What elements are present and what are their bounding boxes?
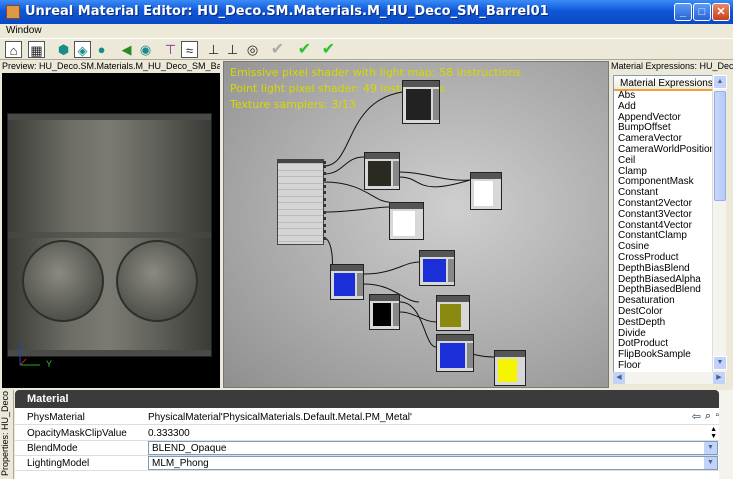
properties-category-material[interactable]: Material (15, 390, 719, 408)
list-item[interactable]: Ceil (614, 155, 724, 167)
material-root-node[interactable] (277, 159, 326, 245)
maximize-button[interactable]: □ (693, 3, 711, 21)
barrel-lid-left (22, 240, 104, 322)
preview-sphere-button[interactable]: ● (93, 41, 110, 58)
grid-icon: ▦ (30, 43, 43, 58)
connectors-icon: ⊤ (164, 42, 177, 57)
check-gray-icon: ✔ (270, 41, 285, 58)
material-graph[interactable]: Emissive pixel shader with light map: 58… (223, 61, 609, 388)
preview-header: Preview: HU_Deco.SM.Materials.M_HU_Deco_… (2, 61, 220, 73)
list-item[interactable]: Constant3Vector (614, 209, 724, 221)
toggle-grid-button[interactable]: ▦ (28, 41, 45, 58)
prop-name: BlendMode (27, 443, 78, 454)
spin-icon[interactable]: ▲ ▼ (710, 426, 717, 440)
eye-icon: ◎ (246, 42, 259, 57)
preview-mesh-button[interactable]: ◉ (137, 41, 154, 58)
expressions-panel-title: Material Expressions: HU_Deco (611, 61, 733, 71)
home-icon: ⌂ (9, 43, 18, 58)
scroll-up-icon[interactable]: ▲ (713, 75, 727, 89)
prop-value: PhysicalMaterial'PhysicalMaterials.Defau… (148, 412, 412, 423)
browse-icon[interactable]: ⇦ (692, 410, 701, 423)
scroll-down-icon[interactable]: ▼ (713, 356, 727, 370)
cylinder-icon: ⬢ (57, 42, 70, 57)
prop-row-lightingmodel[interactable]: LightingModel MLM_Phong ▼ (15, 456, 719, 471)
toggle-realtime-expressions-button[interactable]: ⊥ (224, 41, 241, 58)
prop-value: 0.333300 (148, 428, 190, 439)
yellow-constant-node[interactable] (494, 350, 526, 386)
chevron-down-icon[interactable]: ▼ (704, 442, 717, 454)
teapot-icon: ◉ (139, 42, 152, 57)
olive-constant-node[interactable] (436, 295, 470, 331)
scroll-left-icon[interactable]: ◀ (613, 372, 625, 384)
find-icon[interactable]: ⌕ (705, 410, 711, 423)
normal-map-node[interactable] (330, 264, 364, 300)
texture-sample-blue-node[interactable] (419, 250, 455, 286)
sphere-icon: ● (97, 42, 106, 57)
menu-bar: Window (0, 24, 733, 38)
constant-white-node-2[interactable] (389, 202, 424, 240)
texture-sample-node[interactable] (402, 80, 440, 124)
prop-name: PhysMaterial (27, 412, 85, 423)
home-view-button[interactable]: ⌂ (5, 41, 22, 58)
barrel-preview (7, 113, 212, 357)
expressions-column-header[interactable]: Material Expressions (614, 76, 724, 91)
texture-sample-lower-node[interactable] (436, 334, 474, 372)
properties-scrollbar[interactable] (719, 390, 733, 479)
menu-window[interactable]: Window (6, 25, 42, 36)
check-green-icon: ✔ (321, 41, 336, 58)
blendmode-dropdown[interactable]: BLEND_Opaque ▼ (148, 441, 718, 455)
list-item[interactable]: DepthBiasBlend (614, 263, 724, 275)
app-icon (6, 5, 20, 19)
preview-cylinder-button[interactable]: ⬢ (55, 41, 72, 58)
axis-gizmo (19, 345, 40, 366)
preview-cube-button[interactable]: ◈ (74, 41, 91, 58)
minimize-button[interactable]: _ (674, 3, 692, 21)
scroll-right-icon[interactable]: ▶ (713, 372, 725, 384)
prop-row-blendmode[interactable]: BlendMode BLEND_Opaque ▼ (15, 441, 719, 456)
constant-white-node[interactable] (470, 172, 502, 210)
prop-row-physmaterial[interactable]: PhysMaterial PhysicalMaterial'PhysicalMa… (15, 410, 719, 425)
show-connectors-button[interactable]: ⊤ (162, 41, 179, 58)
curve-icon: ≈ (185, 43, 194, 58)
chevron-down-icon[interactable]: ▼ (704, 457, 717, 469)
curve-links-button[interactable]: ≈ (181, 41, 198, 58)
prop-row-opacitymaskclipvalue[interactable]: OpacityMaskClipValue 0.333300 ▲ ▼ (15, 426, 719, 441)
title-bar: Unreal Material Editor: HU_Deco.SM.Mater… (0, 0, 733, 24)
properties-tab-label: Properties: HU_Deco (0, 390, 10, 476)
arrow-left-icon: ◀ (121, 42, 132, 57)
apply-button[interactable]: ✔ (296, 41, 313, 58)
check-green-icon: ✔ (297, 41, 312, 58)
list-item[interactable]: Add (614, 101, 724, 113)
window-title: Unreal Material Editor: HU_Deco.SM.Mater… (25, 4, 549, 19)
axis-y-label: Y (46, 359, 53, 369)
toolbar: ⌂ ▦ ⬢ ◈ ● ◀ ◉ ⊤ ≈ ⊥ ⊥ ◎ ✔ ✔ ✔ (0, 38, 733, 60)
list-item[interactable]: Floor (614, 360, 724, 372)
dropdown-value: MLM_Phong (152, 458, 209, 469)
stand2-icon: ⊥ (226, 42, 239, 57)
multiply-node[interactable] (364, 152, 400, 190)
dropdown-value: BLEND_Opaque (152, 443, 227, 454)
prop-name: LightingModel (27, 458, 90, 469)
black-constant-node[interactable] (369, 294, 400, 330)
expressions-list[interactable]: Material Expressions Abs Add AppendVector B… (613, 75, 725, 384)
preview-viewport[interactable]: Y (2, 73, 220, 388)
scroll-thumb[interactable] (714, 91, 726, 201)
properties-panel: Material PhysMaterial PhysicalMaterial'P… (15, 390, 719, 479)
stand-icon: ⊥ (207, 42, 220, 57)
use-selected-mesh-button[interactable]: ◀ (118, 41, 135, 58)
barrel-lid-right (116, 240, 198, 322)
expressions-vertical-scrollbar[interactable]: ▲ ▼ (712, 75, 727, 384)
prop-name: OpacityMaskClipValue (27, 428, 127, 439)
list-item[interactable]: DestDepth (614, 317, 724, 329)
toggle-realtime-preview-button[interactable]: ⊥ (205, 41, 222, 58)
lightingmodel-dropdown[interactable]: MLM_Phong ▼ (148, 456, 718, 470)
close-button[interactable]: ✕ (712, 3, 730, 21)
expressions-horizontal-scrollbar[interactable]: ◀ ▶ (613, 372, 725, 384)
toggle-stats-button[interactable]: ◎ (244, 41, 261, 58)
properties-tab[interactable]: Properties: HU_Deco (0, 390, 14, 479)
apply-all-button[interactable]: ✔ (320, 41, 337, 58)
disabled-check-button[interactable]: ✔ (269, 41, 286, 58)
cube-icon: ◈ (77, 43, 88, 58)
